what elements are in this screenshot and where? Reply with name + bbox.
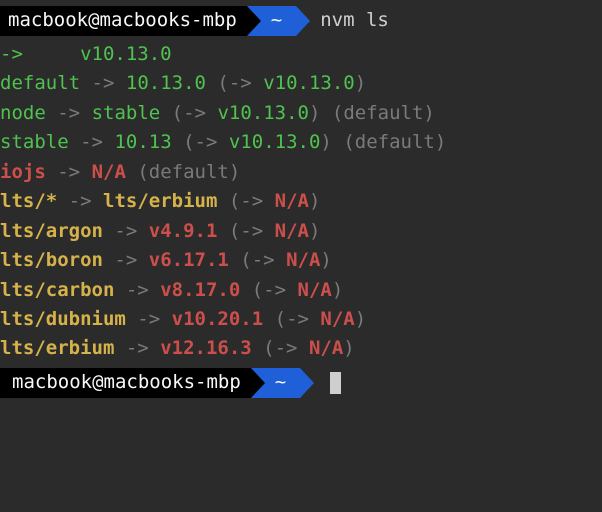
lts-name: lts/carbon <box>0 279 114 301</box>
paren-close: ) <box>309 102 320 124</box>
arrow: -> <box>80 131 103 153</box>
arrow: -> <box>92 72 115 94</box>
iojs-name: iojs <box>0 161 46 183</box>
lts-v: N/A <box>275 190 309 212</box>
paren-open: ( <box>217 72 228 94</box>
alias-extra: (default) <box>343 131 446 153</box>
alias-target: v10.13.0 <box>217 102 309 124</box>
lts-target: v10.20.1 <box>172 308 264 330</box>
output-alias-node: node -> stable (-> v10.13.0) (default) <box>0 99 602 128</box>
lts-name: lts/dubnium <box>0 308 126 330</box>
alias-name: stable <box>0 131 69 153</box>
lts-v: N/A <box>309 337 343 359</box>
arrow: -> <box>69 190 92 212</box>
paren-open: ( <box>275 308 286 330</box>
alias-name: default <box>0 72 80 94</box>
prompt-userhost: macbook@macbooks-mbp <box>0 368 251 398</box>
map-arrow: -> <box>240 190 263 212</box>
paren-close: ) <box>320 131 331 153</box>
command-text: nvm ls <box>320 6 389 35</box>
lts-name: lts/* <box>0 190 57 212</box>
lts-v: N/A <box>286 249 320 271</box>
alias-target: v10.13.0 <box>263 72 355 94</box>
map-arrow: -> <box>286 308 309 330</box>
arrow: -> <box>57 102 80 124</box>
lts-v: N/A <box>275 220 309 242</box>
lts-target: lts/erbium <box>103 190 217 212</box>
output-lts-argon: lts/argon -> v4.9.1 (-> N/A) <box>0 217 602 246</box>
terminal[interactable]: macbook@macbooks-mbp ~ nvm ls -> v10.13.… <box>0 0 602 398</box>
paren-open: ( <box>252 279 263 301</box>
lts-name: lts/erbium <box>0 337 114 359</box>
iojs-extra: (default) <box>137 161 240 183</box>
paren-open: ( <box>229 220 240 242</box>
userhost-text: macbook@macbooks-mbp <box>12 368 241 397</box>
map-arrow: -> <box>263 279 286 301</box>
arrow: -> <box>57 161 80 183</box>
paren-close: ) <box>320 249 331 271</box>
paren-close: ) <box>309 190 320 212</box>
alias-ver: 10.13 <box>114 131 171 153</box>
arrow: -> <box>114 220 137 242</box>
map-arrow: -> <box>275 337 298 359</box>
lts-target: v12.16.3 <box>160 337 252 359</box>
dir-text: ~ <box>271 6 282 35</box>
arrow: -> <box>126 279 149 301</box>
paren-close: ) <box>343 337 354 359</box>
map-arrow: -> <box>195 131 218 153</box>
alias-ver: 10.13.0 <box>126 72 206 94</box>
lts-name: lts/boron <box>0 249 103 271</box>
lts-v: N/A <box>320 308 354 330</box>
paren-close: ) <box>355 308 366 330</box>
lts-name: lts/argon <box>0 220 103 242</box>
lts-v: N/A <box>298 279 332 301</box>
map-arrow: -> <box>183 102 206 124</box>
output-alias-default: default -> 10.13.0 (-> v10.13.0) <box>0 69 602 98</box>
paren-open: ( <box>172 102 183 124</box>
map-arrow: -> <box>252 249 275 271</box>
lts-target: v8.17.0 <box>160 279 240 301</box>
alias-target: v10.13.0 <box>229 131 321 153</box>
alias-name: node <box>0 102 46 124</box>
dir-text: ~ <box>275 368 286 397</box>
current-arrow: -> <box>0 43 23 65</box>
lts-target: v4.9.1 <box>149 220 218 242</box>
output-current: -> v10.13.0 <box>0 40 602 69</box>
lts-target: v6.17.1 <box>149 249 229 271</box>
arrow: -> <box>126 337 149 359</box>
paren-open: ( <box>183 131 194 153</box>
map-arrow: -> <box>240 220 263 242</box>
current-version: v10.13.0 <box>80 43 172 65</box>
arrow: -> <box>114 249 137 271</box>
paren-open: ( <box>229 190 240 212</box>
paren-open: ( <box>263 337 274 359</box>
alias-ver: stable <box>92 102 161 124</box>
paren-close: ) <box>309 220 320 242</box>
output-lts-erbium: lts/erbium -> v12.16.3 (-> N/A) <box>0 334 602 363</box>
cursor <box>330 372 341 394</box>
paren-close: ) <box>355 72 366 94</box>
output-lts-dubnium: lts/dubnium -> v10.20.1 (-> N/A) <box>0 305 602 334</box>
arrow: -> <box>137 308 160 330</box>
prompt-userhost: macbook@macbooks-mbp <box>0 6 247 36</box>
paren-close: ) <box>332 279 343 301</box>
output-alias-stable: stable -> 10.13 (-> v10.13.0) (default) <box>0 128 602 157</box>
prompt-line: macbook@macbooks-mbp ~ nvm ls <box>0 6 602 36</box>
output-lts-carbon: lts/carbon -> v8.17.0 (-> N/A) <box>0 276 602 305</box>
iojs-target: N/A <box>92 161 126 183</box>
output-iojs: iojs -> N/A (default) <box>0 158 602 187</box>
output-lts-boron: lts/boron -> v6.17.1 (-> N/A) <box>0 246 602 275</box>
paren-open: ( <box>240 249 251 271</box>
map-arrow: -> <box>229 72 252 94</box>
prompt-line[interactable]: macbook@macbooks-mbp ~ <box>0 368 602 398</box>
alias-extra: (default) <box>332 102 435 124</box>
userhost-text: macbook@macbooks-mbp <box>8 6 237 35</box>
output-lts-star: lts/* -> lts/erbium (-> N/A) <box>0 187 602 216</box>
